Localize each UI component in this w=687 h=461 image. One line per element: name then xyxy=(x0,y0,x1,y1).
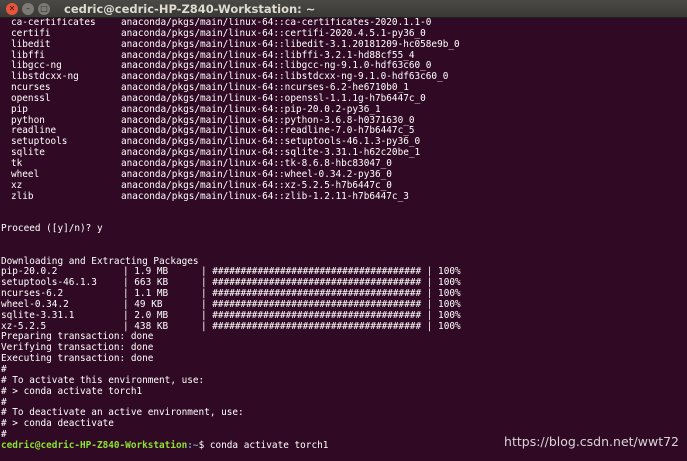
package-source: anaconda/pkgs/main/linux-64::xz-5.2.5-h7… xyxy=(121,179,392,191)
download-size: | 2.0 MB xyxy=(123,309,169,321)
title-bar: ✕ – □ cedric@cedric-HP-Z840-Workstation:… xyxy=(0,0,687,18)
prompt-path: :~ xyxy=(187,439,199,451)
note-line: # > conda activate torch1 xyxy=(1,385,143,397)
note-line: # > conda deactivate xyxy=(1,418,114,430)
transaction-line: Executing transaction: done xyxy=(1,353,154,365)
package-row: xz anaconda/pkgs/main/linux-64::xz-5.2.5-… xyxy=(1,179,687,192)
terminal-output[interactable]: ca-certificates anaconda/pkgs/main/linux-… xyxy=(0,18,687,461)
package-list: ca-certificates anaconda/pkgs/main/linux-… xyxy=(1,18,687,202)
package-row: zlib anaconda/pkgs/main/linux-64::zlib-1.… xyxy=(1,190,687,203)
prompt-command: $ conda activate torch1 xyxy=(198,439,329,451)
package-source: anaconda/pkgs/main/linux-64::zlib-1.2.11… xyxy=(121,190,409,202)
prompt-user-host: cedric@cedric-HP-Z840-Workstation xyxy=(1,439,188,451)
maximize-icon: □ xyxy=(40,3,48,13)
watermark: https://blog.csdn.net/wwt72 xyxy=(504,434,679,449)
close-button[interactable]: ✕ xyxy=(6,2,18,15)
download-name: sqlite-3.31.1 xyxy=(1,309,75,321)
package-name: libedit xyxy=(11,38,51,50)
package-name: zlib xyxy=(11,190,34,202)
download-progress: | ##################################### … xyxy=(201,309,461,321)
package-source: anaconda/pkgs/main/linux-64::pip-20.0.2-… xyxy=(121,103,381,115)
download-row: sqlite-3.31.1 | 2.0 MB | #################… xyxy=(1,309,687,322)
package-row: pip anaconda/pkgs/main/linux-64::pip-20.0… xyxy=(1,103,687,116)
activation-notes: # # To activate this environment, use: # >… xyxy=(1,364,687,441)
terminal-window: ✕ – □ cedric@cedric-HP-Z840-Workstation:… xyxy=(0,0,687,461)
maximize-button[interactable]: □ xyxy=(38,2,50,15)
close-icon: ✕ xyxy=(8,3,16,13)
package-name: pip xyxy=(11,103,28,115)
package-source: anaconda/pkgs/main/linux-64::libedit-3.1… xyxy=(121,38,460,50)
window-title: cedric@cedric-HP-Z840-Workstation: ~ xyxy=(64,1,316,16)
package-row: libedit anaconda/pkgs/main/linux-64::libe… xyxy=(1,38,687,51)
proceed-line: Proceed ([y]/n)? y xyxy=(1,223,103,235)
download-progress: | ##################################### … xyxy=(201,320,461,332)
minimize-button[interactable]: – xyxy=(22,2,34,15)
package-name: xz xyxy=(11,179,23,191)
transaction-list: Preparing transaction: done Verifying tra… xyxy=(1,332,687,365)
download-list: pip-20.0.2 | 1.9 MB | ####################… xyxy=(1,267,687,332)
minimize-icon: – xyxy=(26,3,30,13)
